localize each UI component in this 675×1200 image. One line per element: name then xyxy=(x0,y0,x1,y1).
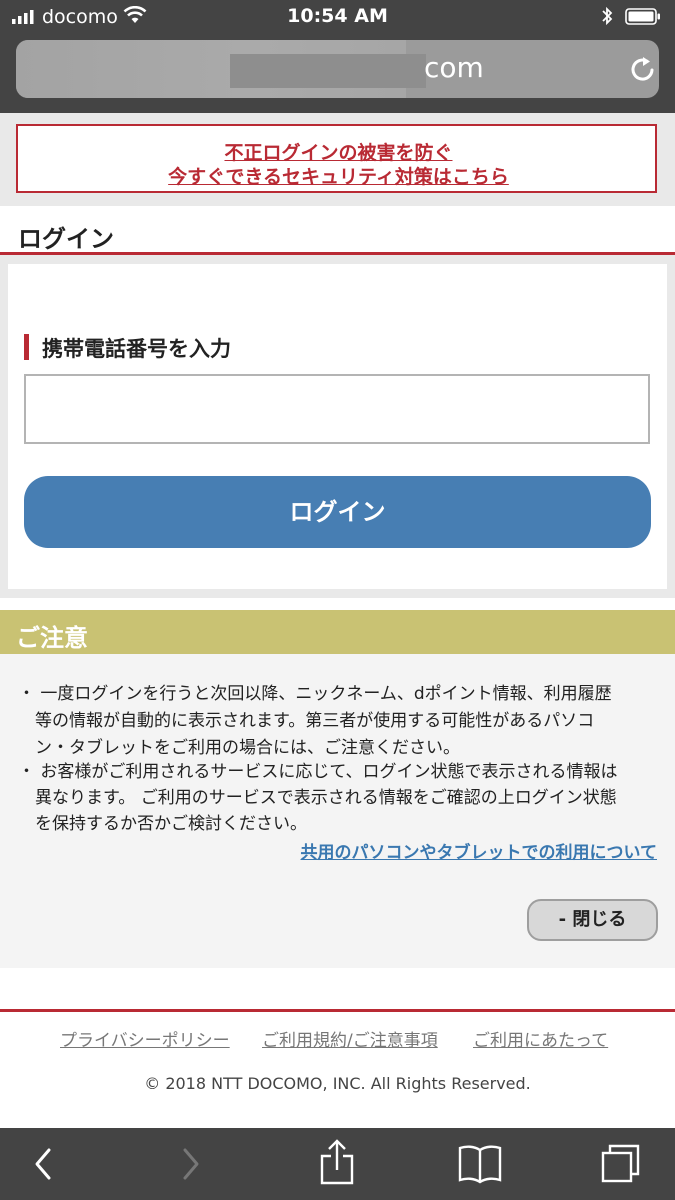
notice-header[interactable] xyxy=(0,610,675,654)
footer-link-usage[interactable]: ご利用にあたって xyxy=(473,1026,608,1051)
forward-icon[interactable] xyxy=(170,1128,210,1200)
security-banner-line1[interactable]: 不正ログインの被害を防ぐ xyxy=(18,138,659,165)
clock: 10:54 AM xyxy=(287,5,388,27)
status-bar: docomo 10:54 AM xyxy=(0,0,675,34)
browser-toolbar xyxy=(0,1128,675,1200)
security-banner[interactable]: 不正ログインの被害を防ぐ 今すぐできるセキュリティ対策はこちら xyxy=(16,124,657,193)
footer-divider xyxy=(0,1009,675,1012)
copyright: © 2018 NTT DOCOMO, INC. All Rights Reser… xyxy=(144,1074,531,1093)
notice-bullet-1-line-1: ・ 一度ログインを行うと次回以降、ニックネーム、dポイント情報、利用履歴 xyxy=(18,684,612,704)
shared-device-link[interactable]: 共用のパソコンやタブレットでの利用について xyxy=(0,838,658,863)
login-button[interactable]: ログイン xyxy=(24,476,651,548)
footer-link-terms[interactable]: ご利用規約/ご注意事項 xyxy=(262,1026,438,1051)
notice-bullet-2-line-1: ・ お客様がご利用されるサービスに応じて、ログイン状態で表示される情報は xyxy=(18,762,618,782)
label-accent-bar xyxy=(24,334,29,360)
footer-link-privacy[interactable]: プライバシーポリシー xyxy=(60,1026,230,1051)
address-redaction-mask xyxy=(230,54,426,88)
address-text: com xyxy=(424,51,484,84)
share-icon[interactable] xyxy=(314,1128,360,1200)
close-notice-button[interactable]: - 閉じる xyxy=(527,899,658,941)
notice-bullet-2-line-2: 異なります。 ご利用のサービスで表示される情報をご確認の上ログイン状態 xyxy=(18,788,617,808)
notice-bullet-2-line-3: を保持するか否かご検討ください。 xyxy=(18,814,307,834)
address-bar[interactable]: com xyxy=(16,40,659,98)
phone-number-input[interactable] xyxy=(24,374,650,444)
tabs-icon[interactable] xyxy=(598,1128,644,1200)
security-banner-line2[interactable]: 今すぐできるセキュリティ対策はこちら xyxy=(18,162,659,189)
bookmarks-icon[interactable] xyxy=(456,1128,504,1200)
battery-icon xyxy=(625,8,660,25)
back-icon[interactable] xyxy=(22,1128,62,1200)
page-title: ログイン xyxy=(18,225,114,253)
notice-title: ご注意 xyxy=(16,624,88,652)
phone-number-label: 携帯電話番号を入力 xyxy=(42,337,231,361)
reload-icon[interactable] xyxy=(628,54,658,84)
notice-bullet-1-line-2: 等の情報が自動的に表示されます。第三者が使用する可能性があるパソコ xyxy=(18,711,595,731)
bluetooth-icon xyxy=(602,6,613,26)
notice-bullet-1-line-3: ン・タブレットをご利用の場合には、ご注意ください。 xyxy=(18,738,460,758)
